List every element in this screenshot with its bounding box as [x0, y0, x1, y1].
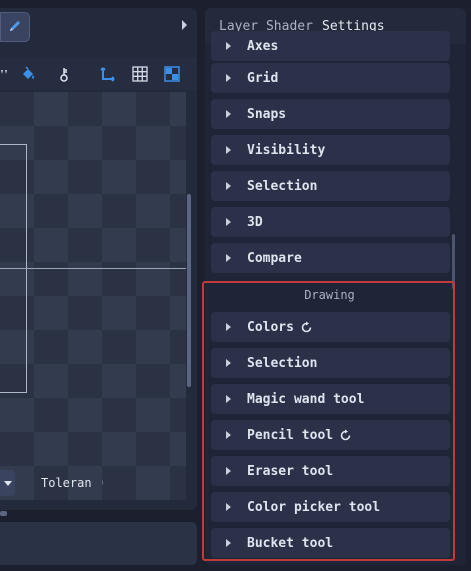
settings-item-axes[interactable]: Axes [211, 31, 450, 61]
transform-icon[interactable] [98, 64, 118, 84]
section-title-drawing: Drawing [304, 288, 355, 302]
grid-icon[interactable] [130, 64, 150, 84]
settings-item-eraser-tool[interactable]: Eraser tool [211, 456, 450, 486]
tolerance-value: 0 [102, 476, 103, 490]
dropdown-button[interactable] [0, 470, 15, 496]
expand-triangle-icon [226, 218, 231, 226]
settings-item-visibility[interactable]: Visibility [211, 135, 450, 165]
expand-triangle-icon [226, 110, 231, 118]
expand-triangle-icon [226, 146, 231, 154]
expand-triangle-icon [226, 74, 231, 82]
settings-list: Axes Grid Snaps Visibility Selection 3D … [205, 31, 466, 565]
drawing-canvas[interactable] [0, 92, 186, 500]
expand-triangle-icon [226, 431, 231, 439]
settings-item-drawing-selection[interactable]: Selection [211, 348, 450, 378]
expand-triangle-icon [226, 395, 231, 403]
settings-item-snaps[interactable]: Snaps [211, 99, 450, 129]
canvas-bottom-bar: Toleran 0 [0, 470, 197, 502]
quote-icon[interactable] [0, 64, 14, 84]
expand-triangle-icon [226, 42, 231, 50]
settings-item-magic-wand[interactable]: Magic wand tool [211, 384, 450, 414]
settings-item-grid[interactable]: Grid [211, 63, 450, 93]
settings-item-3d[interactable]: 3D [211, 207, 450, 237]
settings-item-compare[interactable]: Compare [211, 243, 450, 273]
tolerance-field[interactable]: Toleran 0 [41, 476, 103, 490]
color-picker-icon[interactable] [54, 64, 74, 84]
expand-triangle-icon [226, 503, 231, 511]
expand-triangle-icon [226, 323, 231, 331]
expand-triangle-icon [226, 254, 231, 262]
settings-item-pencil-tool[interactable]: Pencil tool [211, 420, 450, 450]
canvas-horizontal-scrollbar[interactable] [0, 511, 7, 516]
canvas-panel: Toleran 0 [0, 8, 197, 516]
canvas-vertical-scrollbar[interactable] [187, 194, 191, 387]
lower-left-panel [0, 522, 197, 565]
tolerance-label: Toleran [41, 476, 92, 490]
settings-scrollbar[interactable] [452, 234, 455, 289]
canvas-header [0, 8, 197, 44]
settings-item-bucket-tool[interactable]: Bucket tool [211, 528, 450, 558]
tool-options-bar [0, 58, 197, 90]
guide-line [0, 268, 186, 269]
expand-triangle-icon [226, 467, 231, 475]
settings-item-selection[interactable]: Selection [211, 171, 450, 201]
reset-icon[interactable] [300, 321, 313, 334]
pencil-tool-button[interactable] [0, 12, 30, 42]
settings-item-color-picker-tool[interactable]: Color picker tool [211, 492, 450, 522]
reset-icon[interactable] [339, 429, 352, 442]
expand-arrow-icon[interactable] [182, 20, 187, 30]
bucket-fill-icon[interactable] [18, 64, 38, 84]
settings-item-colors[interactable]: Colors [211, 312, 450, 342]
checker-icon[interactable] [162, 64, 182, 84]
settings-panel: Layer Shader Settings Axes Grid Snaps Vi… [205, 8, 466, 565]
pencil-icon [7, 18, 23, 37]
dropdown-arrow-icon [3, 476, 12, 490]
expand-triangle-icon [226, 182, 231, 190]
expand-triangle-icon [226, 359, 231, 367]
expand-triangle-icon [226, 539, 231, 547]
